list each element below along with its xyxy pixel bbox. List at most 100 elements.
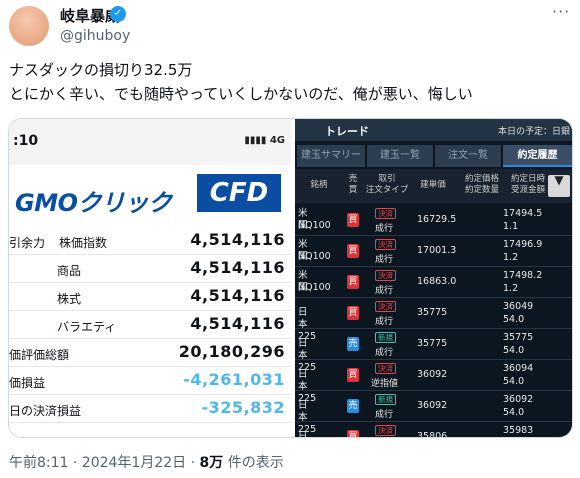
side-badge: 買 bbox=[347, 368, 359, 382]
exec-price-qty: 3598354.0 bbox=[503, 425, 534, 436]
trade-kind-badge: 決済 bbox=[375, 301, 396, 312]
exec-price-qty: 35775 54.0 bbox=[503, 332, 534, 356]
network-indicator: ▮▮▮▮ 4G bbox=[244, 135, 285, 146]
side-badge: 売 bbox=[347, 337, 359, 351]
account-row: 商品 4,514,116 bbox=[9, 255, 291, 283]
side-badge: 買 bbox=[347, 430, 359, 437]
exec-date-amount: 01/22 08:10-88,143 bbox=[508, 238, 572, 251]
account-row: 株式 4,514,116 bbox=[9, 283, 291, 311]
table-row[interactable]: 日本225売新規成行360923609254.001/16 08:30 bbox=[295, 391, 572, 435]
exec-price-qty: 36092 54.0 bbox=[503, 394, 534, 418]
row-sublabel: 株式 bbox=[57, 292, 82, 306]
order-type: 成行 bbox=[375, 410, 394, 420]
view-label: 件の表示 bbox=[223, 455, 284, 471]
status-time: :10 bbox=[13, 133, 39, 149]
tweet-meta: 午前8:11 · 2024年1月22日 · 8万 件の表示 bbox=[9, 452, 284, 472]
exec-date-amount: 01/22 08:10-124,718 bbox=[508, 207, 572, 220]
table-row[interactable]: 日本225売新規成行357753577554.001/18 23:36 bbox=[295, 329, 572, 373]
table-row[interactable]: 日本225買決済成行358063598354.001/15 20:20 bbox=[295, 422, 572, 438]
col-side: 売買 bbox=[348, 174, 358, 195]
trade-history-screenshot[interactable]: トレード 本日の予定：日銀 建玉サマリー 建玉一覧 注文一覧 約定履歴 銘柄 売… bbox=[295, 119, 572, 438]
tweet-timestamp[interactable]: 午前8:11 · 2024年1月22日 · bbox=[9, 455, 200, 471]
trade-title: トレード bbox=[325, 125, 369, 138]
row-value: 4,514,116 bbox=[190, 230, 285, 249]
trade-header: トレード 本日の予定：日銀 bbox=[295, 119, 572, 141]
verified-badge-icon: ✓ bbox=[110, 6, 126, 22]
table-row[interactable]: 日本225買決済逆指値360923609454.001/17 09:31-1,0… bbox=[295, 360, 572, 404]
col-order-type: 取引 注文タイプ bbox=[365, 174, 409, 195]
account-row: 日の決済損益 -325,832 bbox=[9, 395, 291, 423]
account-row: バラエティ 4,514,116 bbox=[9, 311, 291, 339]
row-label: 日の決済損益 bbox=[9, 404, 82, 418]
row-label: 価損益 bbox=[9, 376, 46, 390]
exec-date-amount: 01/19 06:49-147,960 bbox=[508, 300, 572, 313]
trade-kind-badge: 決済 bbox=[375, 270, 396, 281]
side-badge: 買 bbox=[347, 306, 359, 320]
exec-date-amount: 01/17 09:31-1,080 bbox=[508, 362, 572, 375]
row-value: 20,180,296 bbox=[178, 342, 285, 361]
more-options-icon[interactable]: ··· bbox=[552, 2, 570, 21]
trade-kind-badge: 新規 bbox=[375, 394, 396, 405]
cfd-logo-badge: CFD bbox=[197, 174, 281, 212]
order-type: 成行 bbox=[375, 286, 394, 296]
tab-position-summary[interactable]: 建玉サマリー bbox=[297, 145, 365, 167]
table-row[interactable]: 米国NQ100買決済成行16729.517494.51.101/22 08:10… bbox=[295, 205, 572, 236]
row-value: 4,514,116 bbox=[190, 258, 285, 277]
col-exec-price: 約定価格 約定数量 bbox=[464, 174, 499, 195]
exec-price-qty: 36094 54.0 bbox=[503, 363, 534, 387]
tab-order-list[interactable]: 注文一覧 bbox=[435, 145, 501, 167]
order-type: 成行 bbox=[375, 224, 394, 234]
filter-icon[interactable]: ▼ bbox=[548, 174, 570, 197]
unit-price: 35775 bbox=[417, 338, 448, 349]
table-row[interactable]: 米国NQ100買決済成行17001.317496.91.201/22 08:10… bbox=[295, 236, 572, 267]
user-handle[interactable]: @gihuboy bbox=[60, 28, 130, 44]
account-row: 価評価総額 20,180,296 bbox=[9, 339, 291, 367]
side-badge: 売 bbox=[347, 399, 359, 413]
trade-kind-badge: 決済 bbox=[375, 208, 396, 219]
order-type: 成行 bbox=[375, 255, 394, 265]
gmo-logo: GMOクリック CFD bbox=[9, 169, 291, 221]
row-sublabel: 商品 bbox=[57, 264, 82, 278]
exec-date-amount: 01/15 20:20 bbox=[508, 424, 572, 437]
phone-status-bar: :10 ▮▮▮▮ 4G bbox=[9, 119, 291, 165]
row-sublabel: 株価指数 bbox=[59, 236, 108, 250]
tab-execution-history[interactable]: 約定履歴 bbox=[503, 145, 572, 167]
trade-kind-badge: 新規 bbox=[375, 332, 396, 343]
trade-kind-badge: 決済 bbox=[375, 425, 396, 436]
tweet-media[interactable]: :10 ▮▮▮▮ 4G GMOクリック CFD 引余力 株価指数 4,514,116… bbox=[8, 118, 573, 438]
avatar[interactable] bbox=[9, 6, 49, 46]
col-exec-date: 約定日時 受渡金額 bbox=[510, 174, 545, 195]
row-sublabel: バラエティ bbox=[57, 320, 117, 334]
table-header: 銘柄 売買 取引 注文タイプ 建単価 約定価格 約定数量 約定日時 受渡金額 ▼ bbox=[295, 169, 572, 203]
exec-price-qty: 17494.5 1.1 bbox=[503, 208, 543, 232]
unit-price: 16729.5 bbox=[417, 214, 457, 225]
tweet-text: ナスダックの損切り32.5万 とにかく辛い、でも随時やっていくしかないのだ、俺が… bbox=[9, 58, 473, 106]
view-count: 8万 bbox=[199, 455, 224, 471]
gmo-logo-text: GMOクリック bbox=[15, 189, 172, 217]
side-badge: 買 bbox=[347, 275, 359, 289]
unit-price: 35775 bbox=[417, 307, 448, 318]
account-row: 価損益 -4,261,031 bbox=[9, 367, 291, 395]
exec-date-amount: 01/22 08:09-112,971 bbox=[508, 269, 572, 282]
row-value: -325,832 bbox=[201, 398, 285, 417]
exec-price-qty: 17498.2 1.2 bbox=[503, 270, 543, 294]
exec-date-amount: 01/16 08:30 bbox=[508, 393, 572, 406]
table-row[interactable]: 日本225買決済成行357753604954.001/19 06:49-147,… bbox=[295, 298, 572, 342]
tweet-line-2: とにかく辛い、でも随時やっていくしかないのだ、俺が悪い、悔しい bbox=[9, 85, 473, 103]
row-value: 4,514,116 bbox=[190, 286, 285, 305]
table-row[interactable]: 米国NQ100買決済成行16863.017498.21.201/22 08:09… bbox=[295, 267, 572, 298]
exec-date-amount: 01/18 23:36 bbox=[508, 331, 572, 344]
unit-price: 36092 bbox=[417, 369, 448, 380]
exec-price-qty: 36049 54.0 bbox=[503, 301, 534, 325]
unit-price: 35806 bbox=[417, 431, 448, 438]
row-label: 価評価総額 bbox=[9, 348, 70, 362]
col-symbol: 銘柄 bbox=[310, 180, 328, 190]
row-label: 引余力 bbox=[9, 236, 46, 250]
gmo-screenshot[interactable]: :10 ▮▮▮▮ 4G GMOクリック CFD 引余力 株価指数 4,514,116… bbox=[9, 119, 291, 437]
side-badge: 買 bbox=[347, 244, 359, 258]
row-value: 4,514,116 bbox=[190, 314, 285, 333]
unit-price: 36092 bbox=[417, 400, 448, 411]
unit-price: 16863.0 bbox=[417, 276, 457, 287]
row-value: -4,261,031 bbox=[183, 370, 285, 389]
tab-position-list[interactable]: 建玉一覧 bbox=[367, 145, 433, 167]
